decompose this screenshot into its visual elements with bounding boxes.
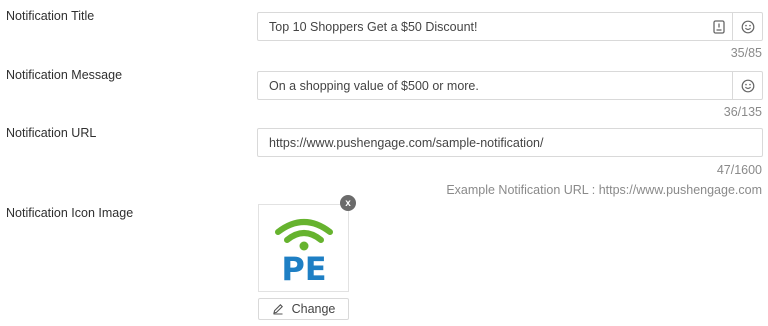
notification-message-field[interactable]: On a shopping value of $500 or more. xyxy=(257,71,763,100)
emoji-picker-button[interactable] xyxy=(732,72,762,99)
emoji-picker-button[interactable] xyxy=(732,13,762,40)
notification-title-input[interactable]: Top 10 Shoppers Get a $50 Discount! xyxy=(258,20,706,34)
change-button-label: Change xyxy=(291,302,336,316)
pencil-icon xyxy=(272,304,283,315)
url-char-counter: 47/1600 xyxy=(716,163,762,177)
notification-icon-label: Notification Icon Image xyxy=(6,206,134,220)
url-example-hint: Example Notification URL : https://www.p… xyxy=(446,183,762,197)
notification-title-label: Notification Title xyxy=(6,9,95,23)
text-format-icon[interactable] xyxy=(706,13,732,40)
emoji-icon xyxy=(741,20,754,33)
notification-message-label: Notification Message xyxy=(6,68,123,82)
change-icon-button[interactable]: Change xyxy=(258,298,349,320)
message-char-counter: 36/135 xyxy=(723,105,762,119)
title-char-counter: 35/85 xyxy=(730,46,762,60)
notification-message-input[interactable]: On a shopping value of $500 or more. xyxy=(258,79,732,93)
emoji-icon xyxy=(741,79,754,92)
notification-url-field[interactable]: https://www.pushengage.com/sample-notifi… xyxy=(257,128,763,157)
svg-text:PE: PE xyxy=(281,250,326,286)
remove-icon-button[interactable]: x xyxy=(340,195,356,211)
notification-url-label: Notification URL xyxy=(6,126,97,140)
notification-title-field[interactable]: Top 10 Shoppers Get a $50 Discount! xyxy=(257,12,763,41)
close-icon: x xyxy=(345,197,351,209)
pushengage-logo: PE xyxy=(274,219,333,286)
notification-url-input[interactable]: https://www.pushengage.com/sample-notifi… xyxy=(258,136,762,150)
notification-icon-preview: PE xyxy=(258,204,349,292)
